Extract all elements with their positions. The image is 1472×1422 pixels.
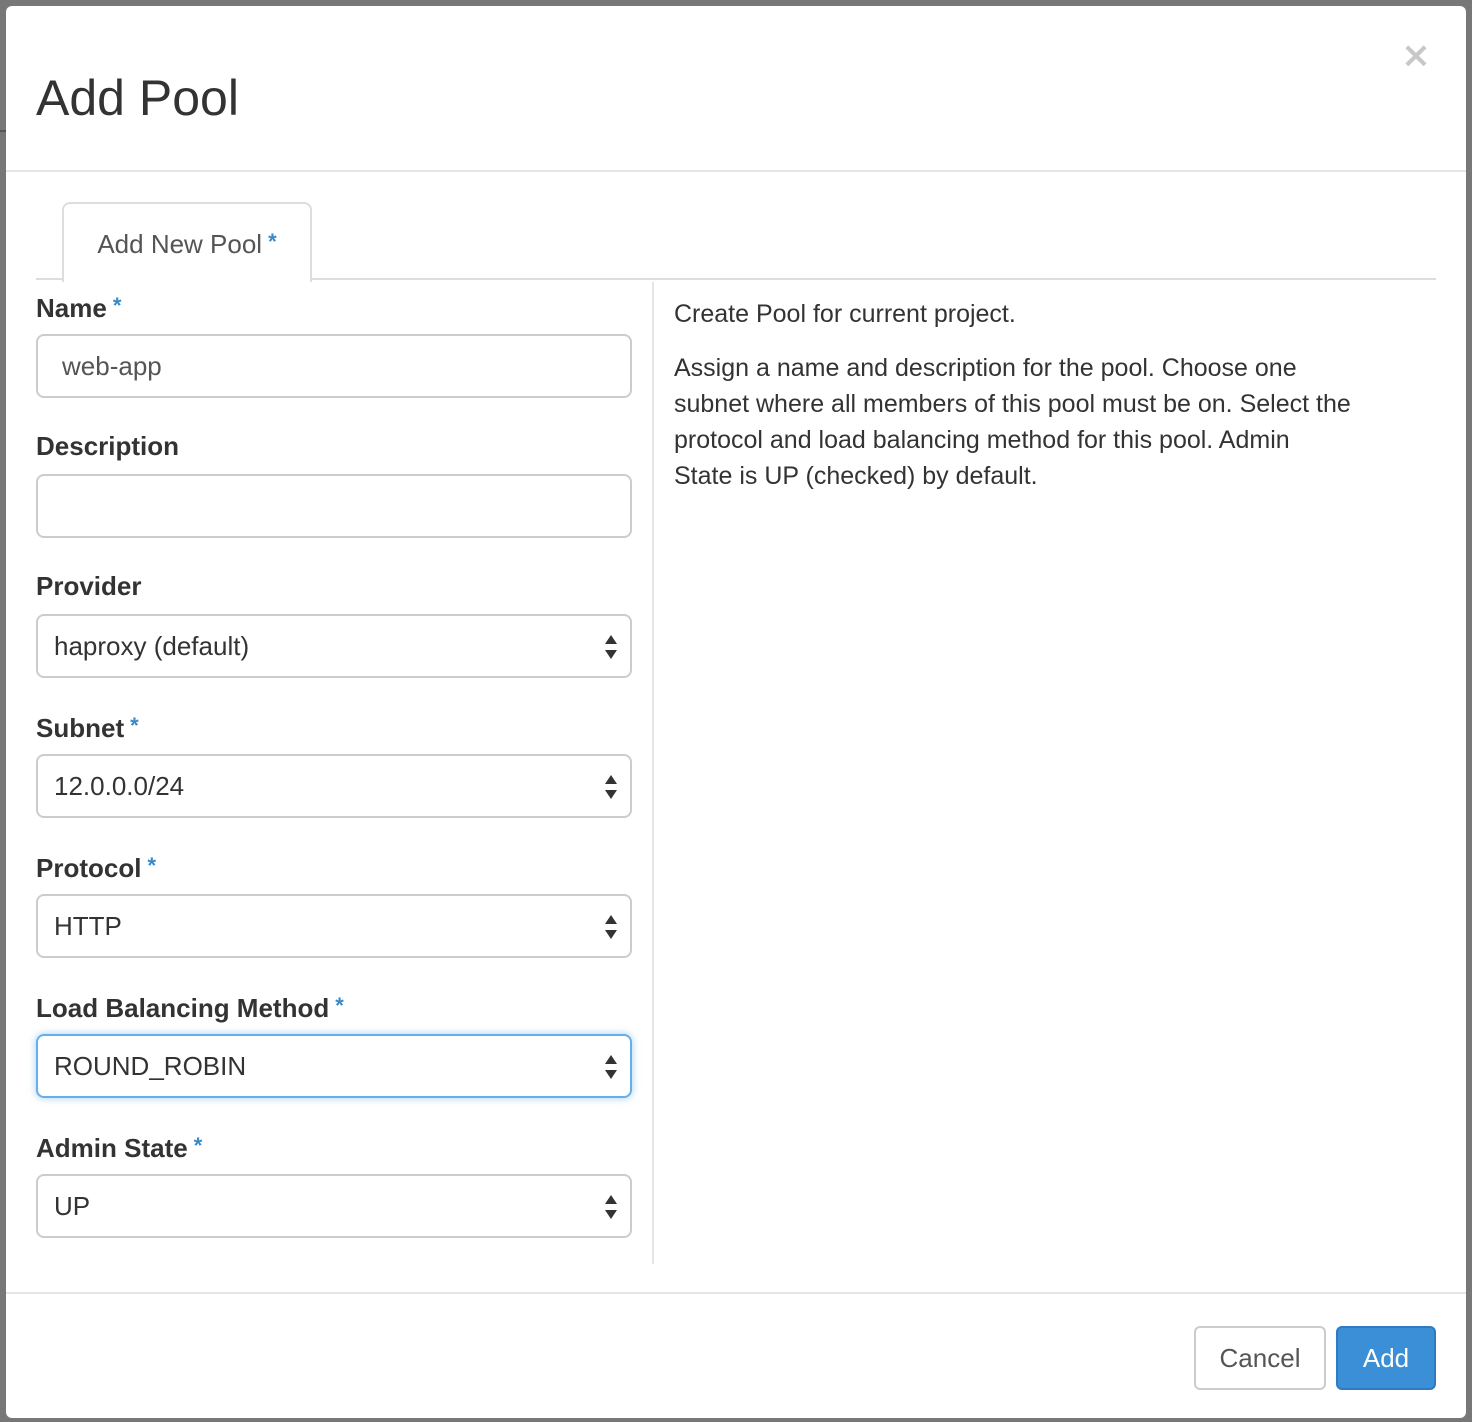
select-arrows-icon xyxy=(605,775,617,799)
provider-value: haproxy (default) xyxy=(54,631,250,661)
modal-footer: Cancel Add xyxy=(6,1292,1466,1418)
subnet-label: Subnet * xyxy=(36,713,139,743)
tab-bar: Add New Pool * xyxy=(36,202,1436,282)
admin-state-select[interactable]: UP xyxy=(36,1174,632,1238)
cancel-button[interactable]: Cancel xyxy=(1194,1326,1326,1390)
help-text: Create Pool for current project. Assign … xyxy=(674,296,1354,512)
select-arrows-icon xyxy=(605,635,617,659)
admin-state-label: Admin State * xyxy=(36,1133,203,1163)
modal-title: Add Pool xyxy=(36,70,239,126)
required-mark: * xyxy=(268,229,277,254)
description-label: Description xyxy=(36,431,180,461)
protocol-label: Protocol * xyxy=(36,853,157,883)
help-line-2: Assign a name and description for the po… xyxy=(674,354,1351,490)
tab-label: Add New Pool xyxy=(97,229,263,259)
help-line-1: Create Pool for current project. xyxy=(674,300,1016,328)
modal-header: Add Pool × xyxy=(6,6,1466,172)
column-divider xyxy=(652,282,654,1264)
select-arrows-icon xyxy=(605,915,617,939)
admin-state-value: UP xyxy=(54,1191,91,1221)
name-input[interactable] xyxy=(36,334,632,398)
lb-method-select[interactable]: ROUND_ROBIN xyxy=(36,1034,632,1098)
add-button[interactable]: Add xyxy=(1336,1326,1436,1390)
lb-method-value: ROUND_ROBIN xyxy=(54,1051,247,1081)
name-label: Name * xyxy=(36,293,122,323)
close-icon[interactable]: × xyxy=(1396,36,1436,76)
protocol-select[interactable]: HTTP xyxy=(36,894,632,958)
lb-method-label: Load Balancing Method * xyxy=(36,993,344,1023)
protocol-value: HTTP xyxy=(54,911,122,941)
description-input[interactable] xyxy=(36,474,632,538)
add-pool-modal: Add Pool × Add New Pool* Name* Descripti… xyxy=(6,6,1466,1418)
select-arrows-icon xyxy=(605,1195,617,1219)
select-arrows-icon xyxy=(605,1055,617,1079)
subnet-select[interactable]: 12.0.0.0/24 xyxy=(36,754,632,818)
provider-select[interactable]: haproxy (default) xyxy=(36,614,632,678)
provider-label: Provider xyxy=(36,571,142,601)
subnet-value: 12.0.0.0/24 xyxy=(54,771,185,801)
tab-add-new-pool[interactable]: Add New Pool * xyxy=(62,202,312,282)
